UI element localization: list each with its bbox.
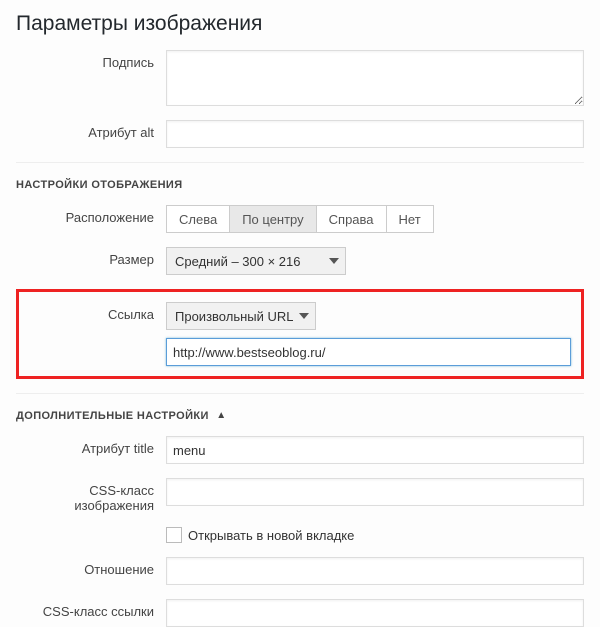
caption-input[interactable]: [166, 50, 584, 106]
link-highlight-box: Ссылка Произвольный URL: [16, 289, 584, 379]
new-tab-checkbox[interactable]: [166, 527, 182, 543]
css-link-input[interactable]: [166, 599, 584, 627]
link-label: Ссылка: [19, 302, 166, 322]
title-attr-label: Атрибут title: [16, 436, 166, 456]
alignment-label: Расположение: [16, 205, 166, 225]
caret-up-icon: ▲: [216, 410, 226, 421]
align-right-button[interactable]: Справа: [316, 205, 387, 233]
size-select[interactable]: Средний – 300 × 216: [166, 247, 346, 275]
display-settings-heading: НАСТРОЙКИ ОТОБРАЖЕНИЯ: [16, 179, 584, 191]
css-image-label: CSS-класс изображения: [16, 478, 166, 513]
link-url-input[interactable]: [166, 338, 571, 366]
caption-label: Подпись: [16, 50, 166, 70]
size-label: Размер: [16, 247, 166, 267]
align-left-button[interactable]: Слева: [166, 205, 230, 233]
advanced-settings-label: ДОПОЛНИТЕЛЬНЫЕ НАСТРОЙКИ: [16, 410, 209, 422]
css-link-label: CSS-класс ссылки: [16, 599, 166, 619]
link-type-select[interactable]: Произвольный URL: [166, 302, 316, 330]
title-attr-input[interactable]: [166, 436, 584, 464]
rel-label: Отношение: [16, 557, 166, 577]
align-center-button[interactable]: По центру: [229, 205, 316, 233]
new-tab-label: Открывать в новой вкладке: [188, 528, 354, 543]
css-image-input[interactable]: [166, 478, 584, 506]
alignment-group: Слева По центру Справа Нет: [166, 205, 584, 233]
divider: [16, 393, 584, 394]
page-title: Параметры изображения: [16, 12, 584, 36]
divider: [16, 162, 584, 163]
alt-label: Атрибут alt: [16, 120, 166, 140]
rel-input[interactable]: [166, 557, 584, 585]
advanced-settings-heading[interactable]: ДОПОЛНИТЕЛЬНЫЕ НАСТРОЙКИ ▲: [16, 410, 584, 422]
align-none-button[interactable]: Нет: [386, 205, 434, 233]
alt-input[interactable]: [166, 120, 584, 148]
